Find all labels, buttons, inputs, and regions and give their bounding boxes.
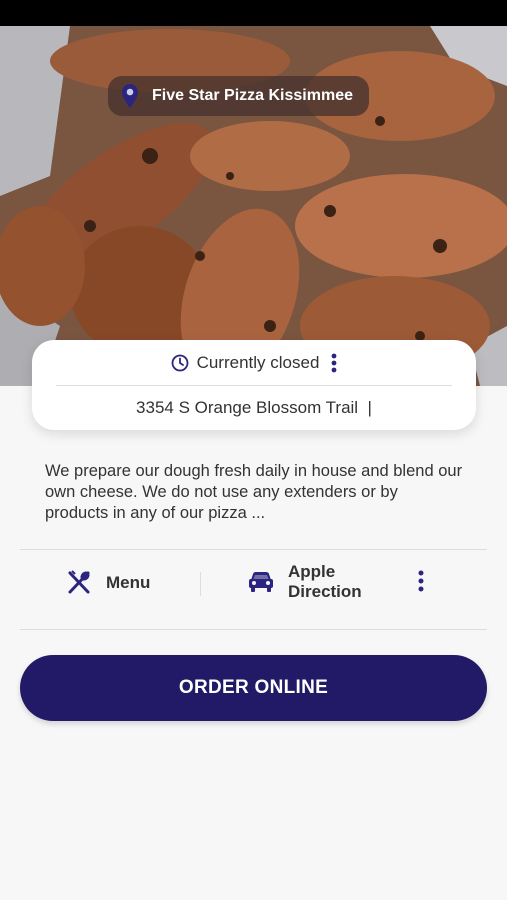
apple-direction-button[interactable]: Apple Direction	[248, 562, 378, 602]
more-vertical-icon[interactable]	[418, 570, 424, 592]
restaurant-description: We prepare our dough fresh daily in hous…	[45, 462, 463, 522]
menu-label: Menu	[106, 573, 151, 592]
restaurant-name: Five Star Pizza Kissimmee	[152, 87, 353, 104]
status-bar	[0, 0, 507, 26]
direction-label: Apple Direction	[288, 562, 362, 601]
divider-bottom	[20, 629, 487, 630]
open-status-row[interactable]: Currently closed	[32, 340, 476, 385]
utensils-icon	[66, 570, 92, 596]
restaurant-location-pill[interactable]: Five Star Pizza Kissimmee	[108, 76, 369, 116]
map-pin-icon	[122, 84, 138, 108]
info-card: Currently closed 3354 S Orange Blossom T…	[32, 340, 476, 430]
clock-icon	[171, 354, 189, 372]
hero-image: Five Star Pizza Kissimmee	[0, 26, 507, 386]
address-text: 3354 S Orange Blossom Trail |	[136, 398, 372, 417]
open-status-text: Currently closed	[196, 352, 320, 372]
action-divider	[200, 572, 201, 596]
more-vertical-icon[interactable]	[331, 353, 337, 373]
menu-button[interactable]: Menu	[66, 568, 150, 598]
car-icon	[248, 571, 274, 593]
address-row[interactable]: 3354 S Orange Blossom Trail |	[32, 386, 476, 430]
order-online-button[interactable]: ORDER ONLINE	[20, 655, 487, 721]
action-bar: Menu Apple Direction	[20, 550, 487, 629]
